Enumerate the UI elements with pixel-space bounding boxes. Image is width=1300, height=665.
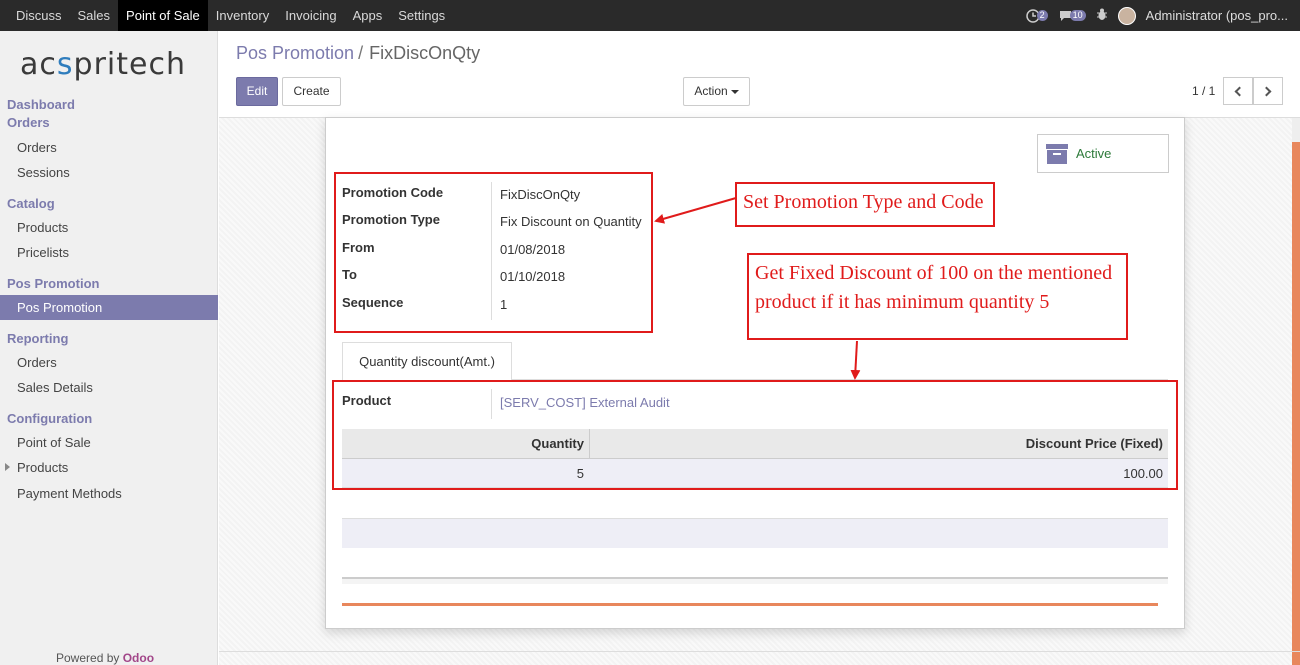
caret-right-icon — [5, 463, 10, 471]
top-navbar: Discuss Sales Point of Sale Inventory In… — [0, 0, 1300, 31]
active-toggle-button[interactable]: Active — [1037, 134, 1169, 173]
sidebar-section-reporting[interactable]: Reporting — [7, 331, 68, 346]
breadcrumb: Pos Promotion / FixDiscOnQty — [236, 43, 480, 64]
menu-sales[interactable]: Sales — [70, 0, 119, 31]
menu-inventory[interactable]: Inventory — [208, 0, 277, 31]
bottom-border — [219, 651, 1300, 652]
chevron-left-icon — [1234, 86, 1245, 96]
breadcrumb-separator: / — [358, 43, 364, 63]
sidebar-item-sales-details[interactable]: Sales Details — [0, 375, 218, 400]
sidebar-section-orders[interactable]: Orders — [7, 115, 50, 130]
pager-value[interactable]: 1 / 1 — [1192, 84, 1215, 98]
odoo-link[interactable]: Odoo — [123, 651, 154, 665]
sidebar-item-sessions[interactable]: Sessions — [0, 160, 218, 185]
pager-next-button[interactable] — [1253, 77, 1283, 105]
pager-previous-button[interactable] — [1223, 77, 1253, 105]
sidebar-item-payment-methods[interactable]: Payment Methods — [0, 481, 218, 506]
active-label: Active — [1076, 146, 1112, 161]
annotation-box-fields — [334, 172, 653, 333]
sidebar-item-point-of-sale[interactable]: Point of Sale — [0, 430, 218, 455]
annotation-type-code: Set Promotion Type and Code — [735, 182, 995, 227]
menu-discuss[interactable]: Discuss — [0, 0, 70, 31]
sidebar-section-configuration[interactable]: Configuration — [7, 411, 92, 426]
annotation-box-table — [332, 380, 1178, 490]
sidebar-item-pricelists[interactable]: Pricelists — [0, 240, 218, 265]
menu-point-of-sale[interactable]: Point of Sale — [118, 0, 208, 31]
breadcrumb-parent[interactable]: Pos Promotion — [236, 43, 354, 63]
create-button[interactable]: Create — [282, 77, 341, 106]
tab-quantity-discount[interactable]: Quantity discount(Amt.) — [342, 342, 512, 380]
page-title: FixDiscOnQty — [369, 43, 481, 63]
edit-button[interactable]: Edit — [236, 77, 278, 106]
user-menu[interactable]: Administrator (pos_pro... — [1146, 8, 1288, 23]
chatter-bar — [342, 603, 1158, 606]
chatter-separator — [342, 577, 1168, 584]
sidebar-item-report-orders[interactable]: Orders — [0, 350, 218, 375]
menu-settings[interactable]: Settings — [390, 0, 453, 31]
systray: 2 10 Administrator (pos_pro... — [1025, 0, 1288, 31]
company-logo: acspritech — [20, 47, 186, 82]
action-dropdown[interactable]: Action — [683, 77, 750, 106]
messages-button[interactable]: 10 — [1058, 9, 1086, 23]
activity-count-badge: 2 — [1036, 10, 1048, 21]
chevron-right-icon — [1261, 86, 1272, 96]
avatar[interactable] — [1117, 6, 1136, 25]
sidebar-section-dashboard[interactable]: Dashboard — [7, 97, 75, 112]
message-count-badge: 10 — [1069, 10, 1086, 21]
sidebar-section-pos-promotion[interactable]: Pos Promotion — [7, 276, 99, 291]
caret-down-icon — [730, 89, 739, 94]
scrollbar-thumb[interactable] — [1292, 142, 1300, 665]
archive-icon — [1046, 143, 1068, 164]
sidebar-item-pos-promotion[interactable]: Pos Promotion — [0, 295, 218, 320]
empty-section — [342, 518, 1168, 548]
powered-by: Powered by Odoo — [56, 651, 155, 665]
sidebar: acspritech Dashboard Orders Orders Sessi… — [0, 31, 218, 665]
sidebar-item-products[interactable]: Products — [0, 215, 218, 240]
activity-button[interactable]: 2 — [1025, 8, 1048, 23]
menu-apps[interactable]: Apps — [345, 0, 391, 31]
sidebar-item-orders[interactable]: Orders — [0, 135, 218, 160]
annotation-fixed-discount: Get Fixed Discount of 100 on the mention… — [747, 253, 1128, 340]
menu-invoicing[interactable]: Invoicing — [277, 0, 344, 31]
sidebar-section-catalog[interactable]: Catalog — [7, 196, 55, 211]
bug-icon[interactable] — [1096, 8, 1108, 24]
sidebar-item-config-products[interactable]: Products — [0, 455, 218, 480]
app-menu: Discuss Sales Point of Sale Inventory In… — [0, 0, 453, 31]
